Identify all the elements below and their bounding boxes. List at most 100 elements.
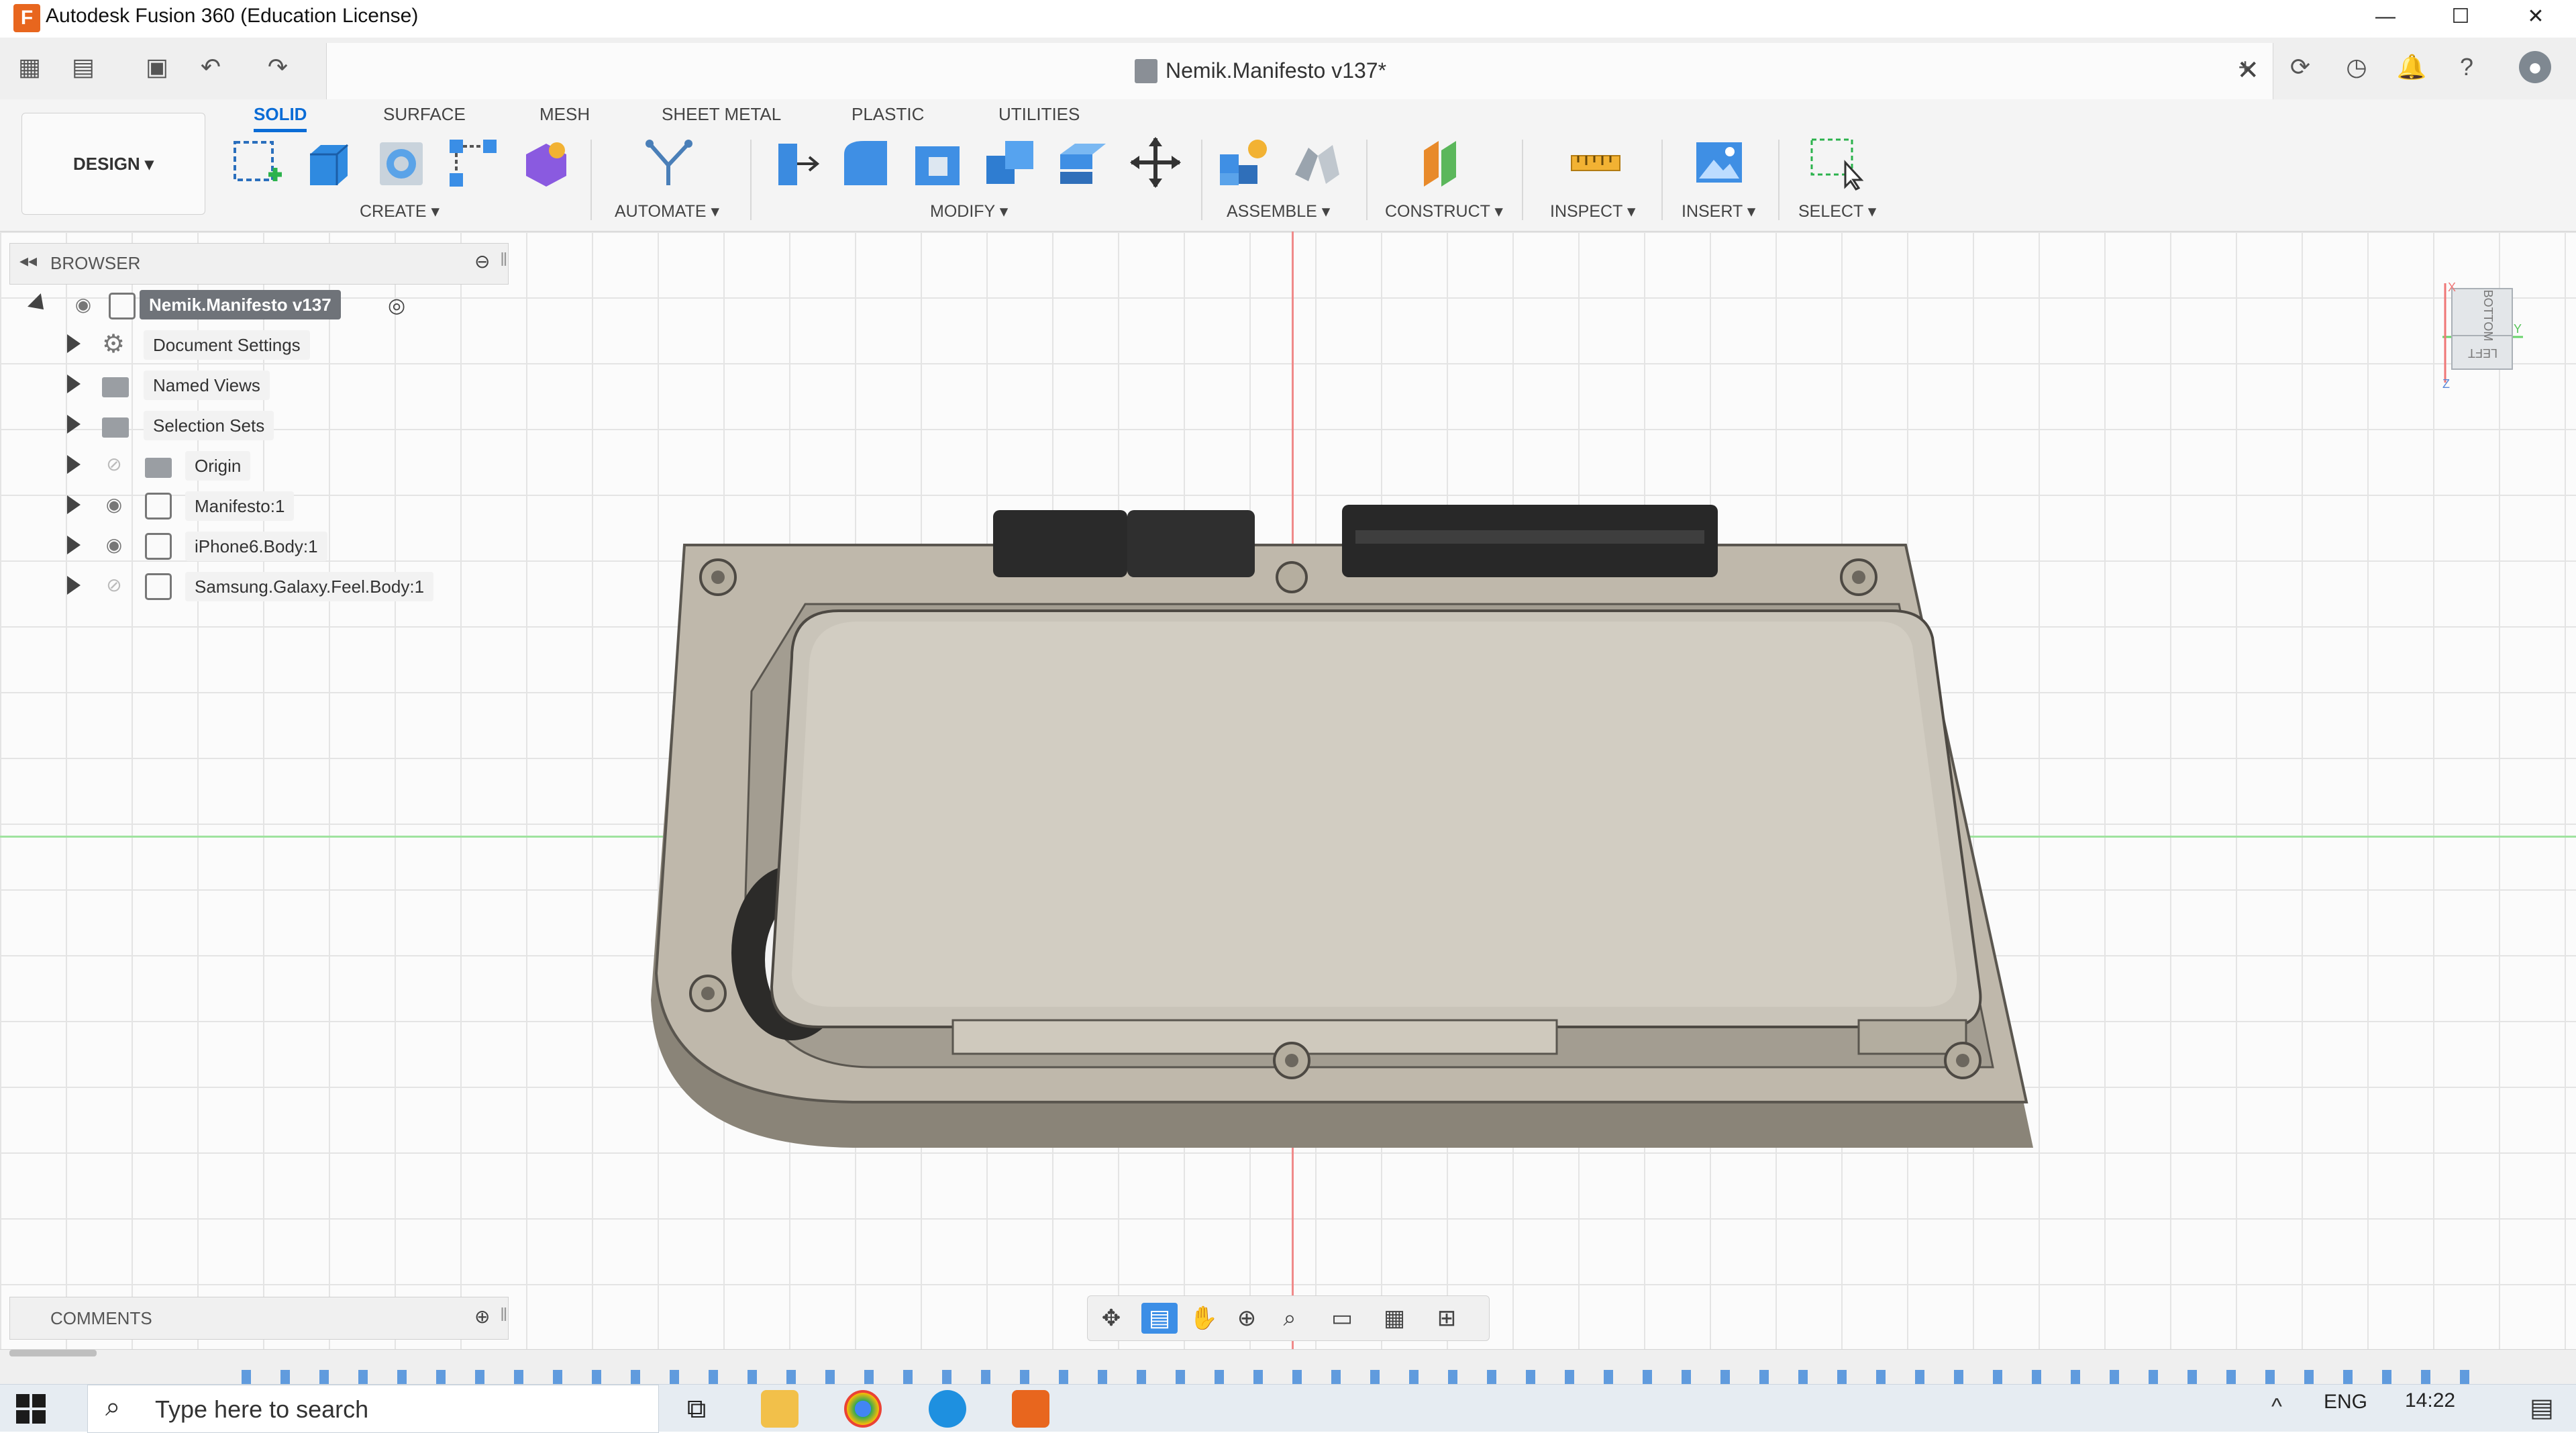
tab-utilities[interactable]: UTILITIES — [998, 102, 1080, 126]
browser-item[interactable]: ⊘ Origin — [67, 448, 565, 486]
notifications-bell-icon[interactable]: 🔔 — [2395, 51, 2428, 83]
timeline-features[interactable] — [242, 1370, 2483, 1385]
timeline-scrollbar[interactable] — [9, 1350, 97, 1356]
browser-panel-header[interactable]: ◂◂ BROWSER ⊖ ‖ — [9, 243, 509, 285]
shell-icon[interactable] — [910, 134, 966, 191]
language-indicator[interactable]: ENG — [2324, 1390, 2367, 1414]
close-window-button[interactable]: ✕ — [2499, 0, 2573, 38]
visibility-eye-icon[interactable]: ◉ — [102, 533, 126, 557]
group-modify[interactable]: MODIFY ▾ — [930, 201, 1008, 221]
pan-hand-icon[interactable]: ✋ — [1186, 1303, 1222, 1334]
browser-item-label[interactable]: Origin — [185, 451, 251, 481]
zoom-icon[interactable]: ⊕ — [1229, 1303, 1265, 1334]
visibility-hidden-eye-icon[interactable]: ⊘ — [102, 452, 126, 477]
browser-item-label[interactable]: Selection Sets — [144, 411, 274, 440]
comments-pin-icon[interactable]: ‖ — [500, 1304, 508, 1326]
file-menu-icon[interactable]: ▤ — [67, 51, 99, 83]
press-pull-icon[interactable] — [765, 134, 821, 191]
browser-item-label[interactable]: Samsung.Galaxy.Feel.Body:1 — [185, 572, 434, 601]
offset-plane-icon[interactable] — [1414, 134, 1471, 191]
job-status-icon[interactable]: ◷ — [2340, 51, 2373, 83]
visibility-hidden-eye-icon[interactable]: ⊘ — [102, 573, 126, 597]
combine-icon[interactable] — [982, 134, 1039, 191]
viewports-icon[interactable]: ⊞ — [1429, 1303, 1465, 1334]
collapse-browser-icon[interactable]: ◂◂ — [19, 250, 37, 271]
timeline-bar[interactable] — [0, 1349, 2576, 1385]
group-inspect[interactable]: INSPECT ▾ — [1550, 201, 1635, 221]
user-avatar[interactable]: ● — [2519, 51, 2551, 83]
browser-item[interactable]: ◉ iPhone6.Body:1 — [67, 529, 565, 566]
browser-item[interactable]: Selection Sets — [67, 408, 565, 446]
group-construct[interactable]: CONSTRUCT ▾ — [1385, 201, 1503, 221]
automate-icon[interactable] — [641, 134, 698, 191]
pattern-icon[interactable] — [446, 134, 502, 191]
joint-icon[interactable] — [1288, 134, 1345, 191]
group-assemble[interactable]: ASSEMBLE ▾ — [1227, 201, 1330, 221]
move-copy-icon[interactable] — [1127, 134, 1184, 191]
skype-icon[interactable] — [929, 1390, 966, 1428]
look-at-icon[interactable]: ▤ — [1141, 1303, 1178, 1334]
display-settings-icon[interactable]: ▭ — [1324, 1303, 1360, 1334]
extrude-icon[interactable] — [301, 134, 357, 191]
comments-panel[interactable]: COMMENTS ⊕ ‖ — [9, 1297, 509, 1340]
expand-triangle-icon[interactable] — [67, 576, 81, 595]
data-panel-grid-icon[interactable]: ▦ — [13, 51, 46, 83]
taskbar-search-box[interactable]: ⌕ Type here to search — [87, 1385, 659, 1433]
fusion-taskbar-icon[interactable] — [1012, 1390, 1049, 1428]
expand-triangle-icon[interactable] — [67, 415, 81, 434]
browser-root-label[interactable]: Nemik.Manifesto v137 — [140, 290, 341, 319]
extensions-icon[interactable]: ⟳ — [2284, 51, 2316, 83]
file-explorer-icon[interactable] — [761, 1390, 798, 1428]
create-sketch-icon[interactable] — [228, 134, 285, 191]
browser-item[interactable]: ◉ Manifesto:1 — [67, 489, 565, 526]
expand-triangle-icon[interactable] — [67, 455, 81, 474]
tray-chevron-icon[interactable]: ^ — [2271, 1394, 2282, 1420]
activate-radio-icon[interactable]: ◎ — [388, 294, 405, 317]
windows-start-icon[interactable] — [16, 1394, 46, 1424]
browser-item[interactable]: ⊘ Samsung.Galaxy.Feel.Body:1 — [67, 569, 565, 607]
tab-solid[interactable]: SOLID — [254, 102, 307, 132]
group-insert[interactable]: INSERT ▾ — [1682, 201, 1755, 221]
fillet-icon[interactable] — [837, 134, 894, 191]
tab-surface[interactable]: SURFACE — [383, 102, 466, 126]
select-box-icon[interactable] — [1808, 134, 1864, 191]
browser-root[interactable]: ◉ Nemik.Manifesto v137 ◎ — [28, 287, 530, 325]
browser-item-label[interactable]: Named Views — [144, 370, 270, 400]
visibility-eye-icon[interactable]: ◉ — [102, 493, 126, 517]
form-icon[interactable] — [518, 134, 574, 191]
offset-face-icon[interactable] — [1055, 134, 1111, 191]
workspace-switcher-button[interactable]: DESIGN ▾ — [21, 113, 205, 215]
tab-plastic[interactable]: PLASTIC — [852, 102, 924, 126]
browser-item-label[interactable]: iPhone6.Body:1 — [185, 532, 327, 561]
browser-minimize-icon[interactable]: ⊖ — [474, 250, 490, 273]
tab-mesh[interactable]: MESH — [539, 102, 590, 126]
undo-icon[interactable]: ↶ — [195, 51, 227, 83]
browser-item-label[interactable]: Document Settings — [144, 330, 310, 360]
revolve-icon[interactable] — [373, 134, 429, 191]
orbit-icon[interactable]: ✥ — [1093, 1303, 1129, 1334]
viewcube[interactable]: BOTTOM LEFT X Y Z — [2442, 282, 2523, 389]
expand-triangle-icon[interactable] — [67, 375, 81, 393]
browser-pin-icon[interactable]: ‖ — [500, 249, 508, 270]
grid-settings-icon[interactable]: ▦ — [1376, 1303, 1412, 1334]
chrome-icon[interactable] — [844, 1390, 882, 1428]
redo-icon[interactable]: ↷ — [262, 51, 294, 83]
new-component-icon[interactable] — [1216, 134, 1272, 191]
insert-image-icon[interactable] — [1691, 134, 1747, 191]
expand-triangle-icon[interactable] — [67, 536, 81, 554]
browser-item[interactable]: Named Views — [67, 368, 565, 405]
model-render[interactable] — [590, 490, 2053, 1161]
task-view-icon[interactable]: ⧉ — [678, 1390, 715, 1428]
group-automate[interactable]: AUTOMATE ▾ — [615, 201, 719, 221]
expand-triangle-icon[interactable] — [67, 334, 81, 353]
maximize-button[interactable]: ☐ — [2424, 0, 2497, 38]
browser-item-label[interactable]: Manifesto:1 — [185, 491, 295, 521]
clock-time[interactable]: 14:22 — [2405, 1389, 2455, 1413]
visibility-eye-icon[interactable]: ◉ — [71, 293, 95, 317]
save-icon[interactable]: ▣ — [141, 51, 173, 83]
measure-icon[interactable] — [1567, 134, 1624, 191]
expand-triangle-icon[interactable] — [67, 495, 81, 514]
new-tab-plus-icon[interactable]: + — [2229, 51, 2261, 83]
browser-item[interactable]: ⚙ Document Settings — [67, 328, 565, 365]
document-tab[interactable]: Nemik.Manifesto v137* ✕ — [326, 43, 2273, 99]
